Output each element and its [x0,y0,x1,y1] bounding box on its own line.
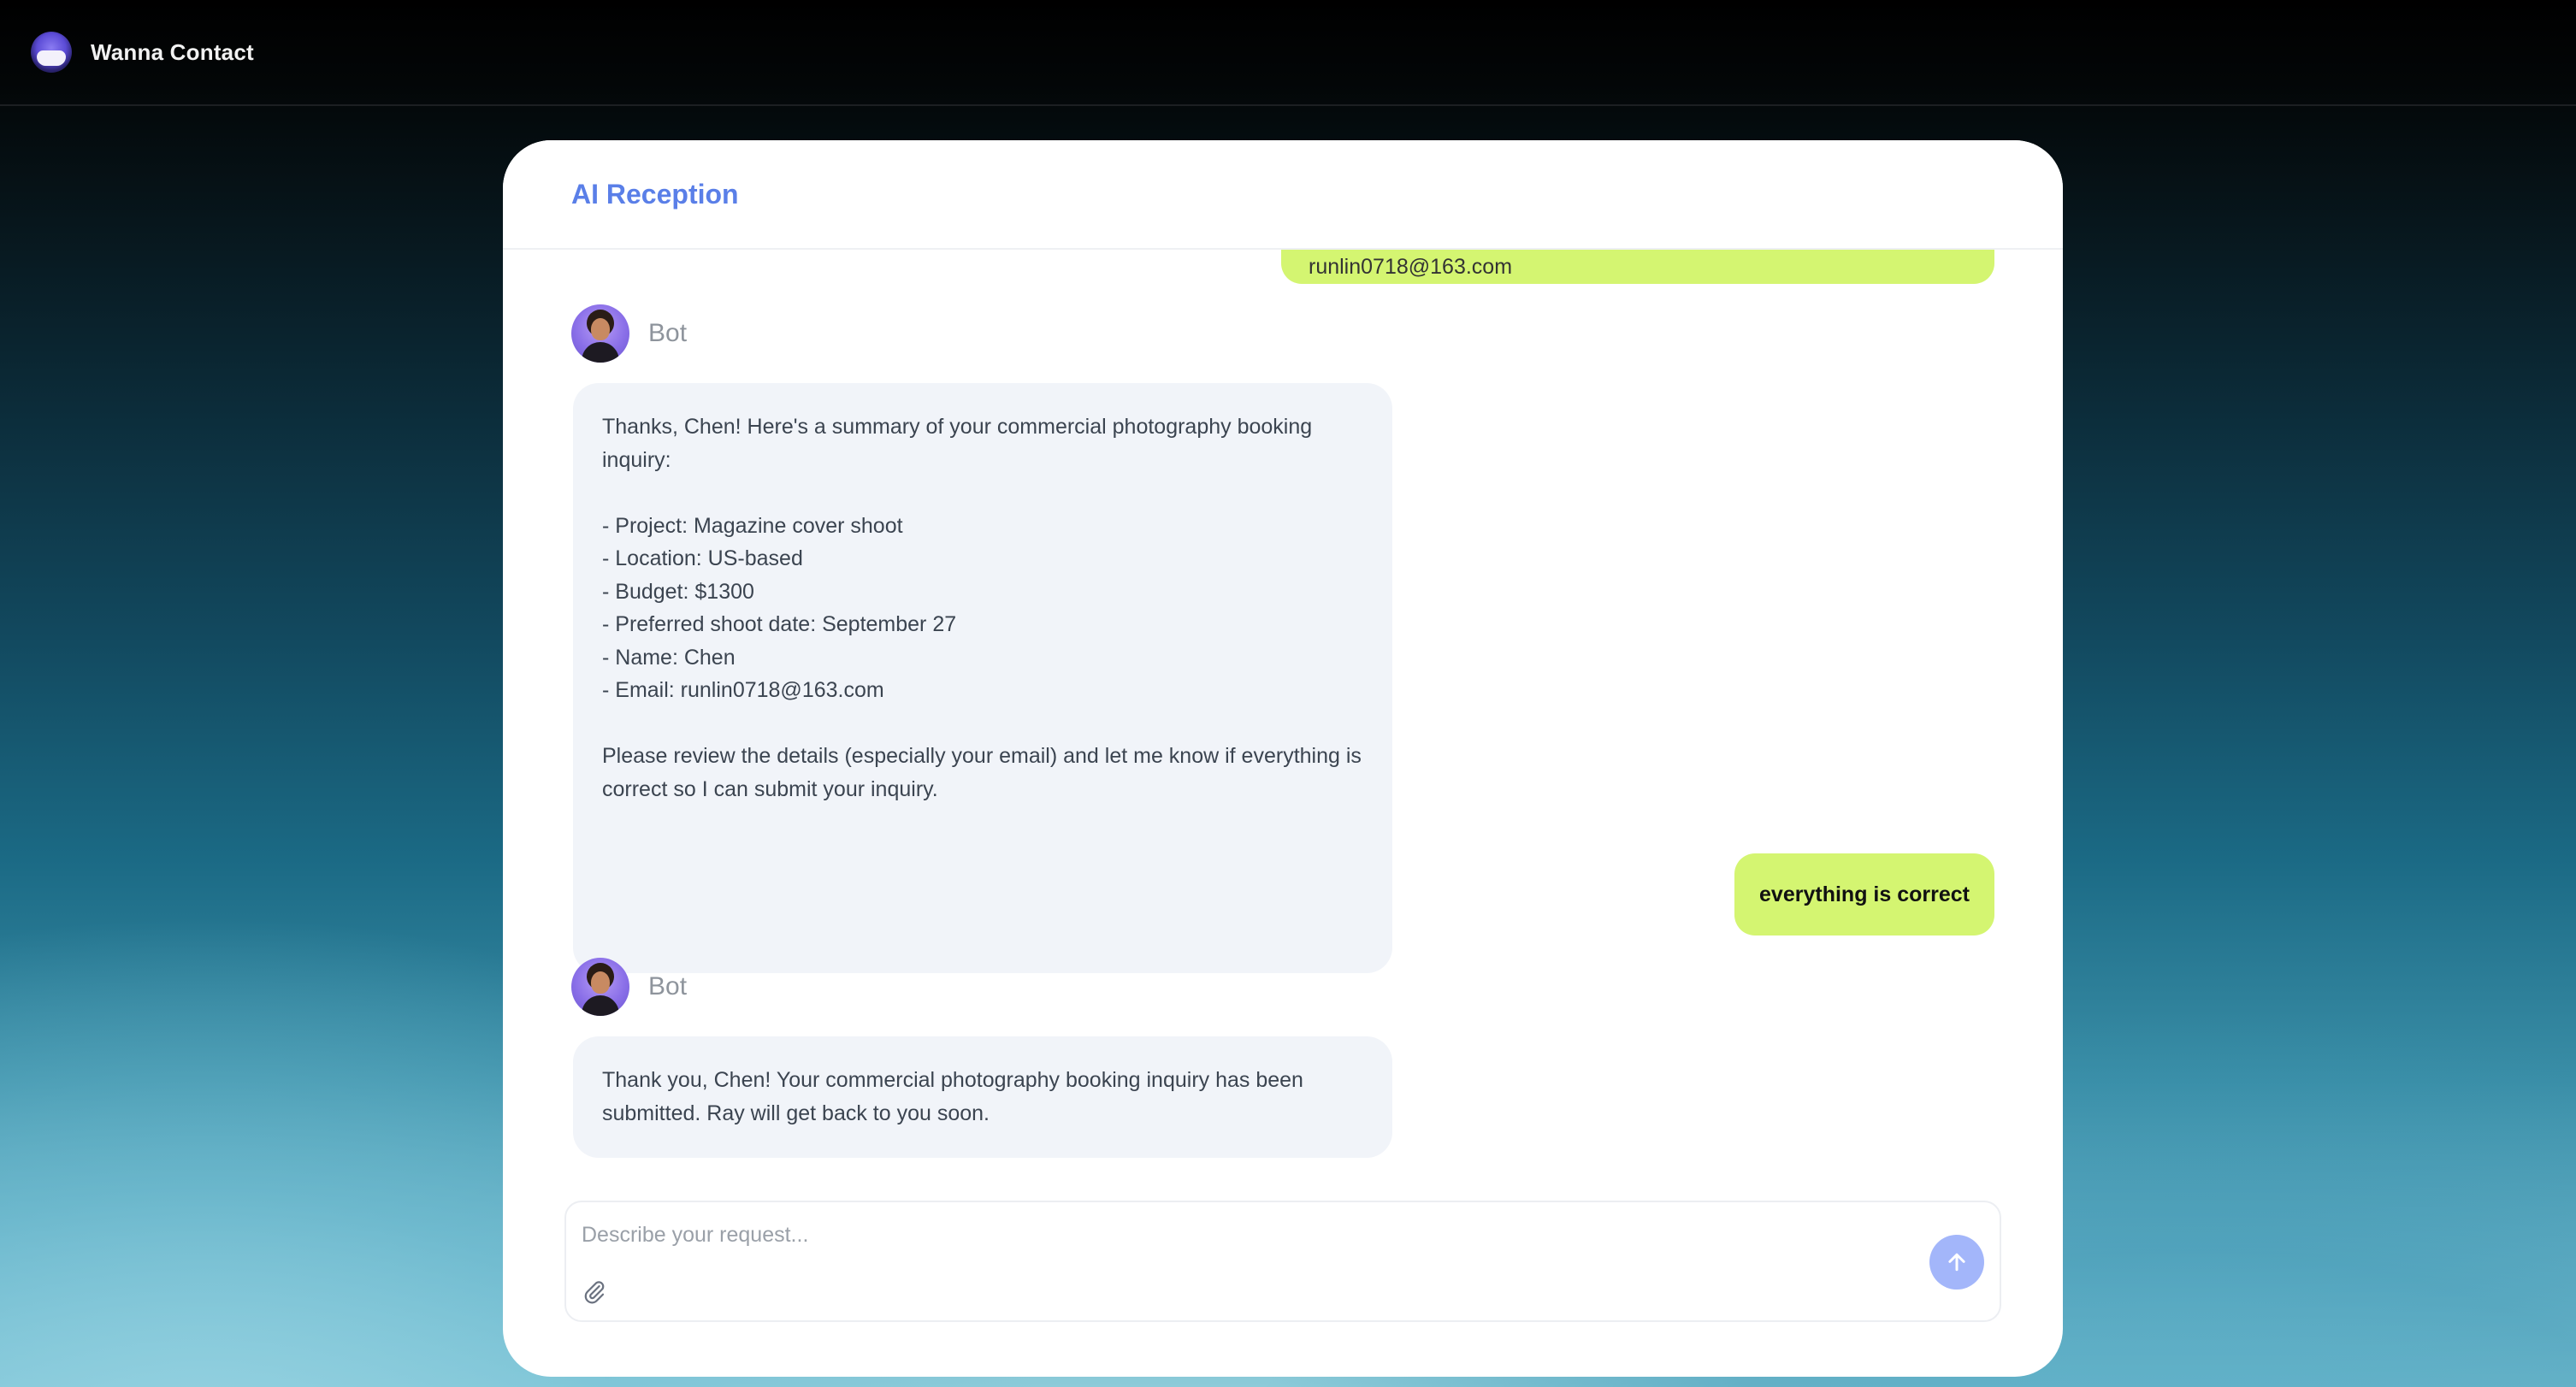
bot-name: Bot [648,319,688,347]
user-message-text: everything is correct [1759,882,1970,906]
bot-message-header: Bot [571,304,687,363]
card-header: AI Reception [503,140,2063,250]
user-message-text: runlin0718@163.com [1309,255,1513,279]
app-logo-icon[interactable] [31,32,72,73]
send-button[interactable] [1929,1235,1984,1290]
chat-card: AI Reception runlin0718@163.com Bot Than… [503,140,2063,1377]
user-message: everything is correct [1734,853,1994,935]
brand-name[interactable]: Wanna Contact [91,39,254,66]
bot-message: Thank you, Chen! Your commercial photogr… [573,1036,1392,1158]
arrow-up-icon [1948,1253,1965,1272]
top-bar: Wanna Contact [0,0,2576,106]
paperclip-icon[interactable] [582,1279,607,1305]
bot-message-header: Bot [571,958,687,1016]
bot-avatar-icon [571,958,629,1016]
card-title: AI Reception [571,178,739,210]
message-input[interactable] [582,1218,1779,1252]
bot-message: Thanks, Chen! Here's a summary of your c… [573,383,1392,973]
message-composer [564,1201,2001,1322]
bot-avatar-icon [571,304,629,363]
bot-name: Bot [648,972,688,1000]
